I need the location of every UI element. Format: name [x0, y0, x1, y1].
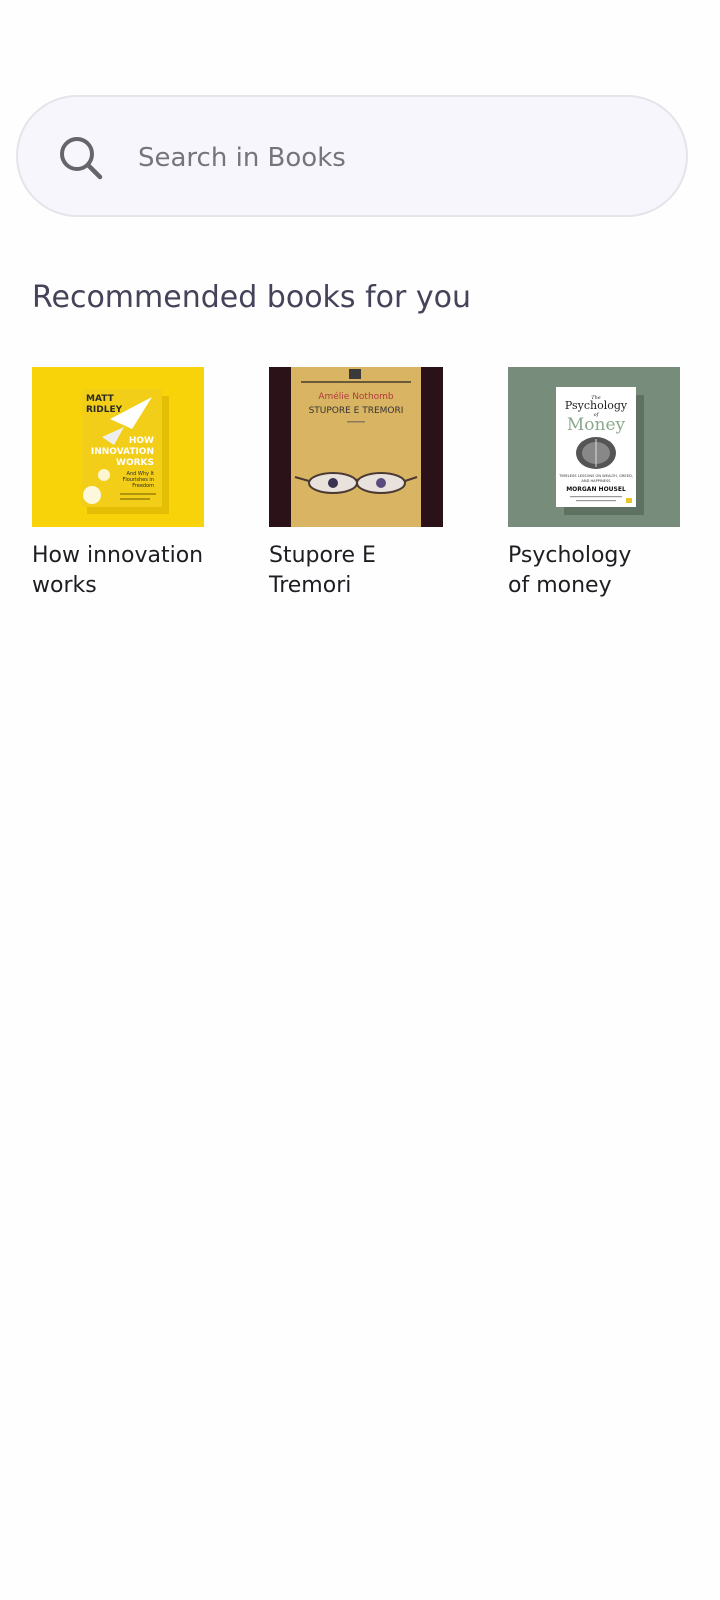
cover-title-line: INNOVATION	[91, 447, 154, 457]
section-title: Recommended books for you	[32, 280, 471, 315]
book-cover[interactable]: The Psychology of Money TIMELESS LESSONS…	[508, 367, 680, 527]
search-icon[interactable]	[58, 135, 104, 181]
cover-author: Amélie Nothomb	[318, 391, 394, 402]
cover-title-line: HOW	[129, 436, 154, 446]
cover-title-line: WORKS	[116, 458, 154, 468]
cover-author-line: MATT	[86, 394, 115, 404]
cover-title: STUPORE E TREMORI	[309, 406, 404, 416]
book-title[interactable]: Psychology of money	[508, 541, 688, 601]
book-card[interactable]: MATT RIDLEY HOW INNOVATION WORKS And Why…	[32, 367, 212, 601]
cover-title-line: Psychology	[565, 399, 628, 412]
cover-subtitle-line: Freedom	[132, 483, 154, 489]
book-card[interactable]: The Psychology of Money TIMELESS LESSONS…	[508, 367, 688, 601]
book-title[interactable]: How innovation works	[32, 541, 212, 601]
book-card[interactable]: Amélie Nothomb STUPORE E TREMORI Stupore…	[269, 367, 449, 601]
book-title[interactable]: Stupore E Tremori	[269, 541, 449, 601]
cover-tagline-line: TIMELESS LESSONS ON WEALTH, GREED,	[558, 474, 633, 478]
search-input[interactable]	[138, 133, 658, 183]
cover-author-line: RIDLEY	[86, 405, 123, 415]
cover-author: MORGAN HOUSEL	[566, 486, 626, 493]
book-cover[interactable]: Amélie Nothomb STUPORE E TREMORI	[269, 367, 443, 527]
search-bar[interactable]	[16, 95, 688, 217]
cover-tagline-line: AND HAPPINESS	[581, 479, 611, 483]
book-cover[interactable]: MATT RIDLEY HOW INNOVATION WORKS And Why…	[32, 367, 204, 527]
cover-title-line: Money	[567, 415, 626, 435]
